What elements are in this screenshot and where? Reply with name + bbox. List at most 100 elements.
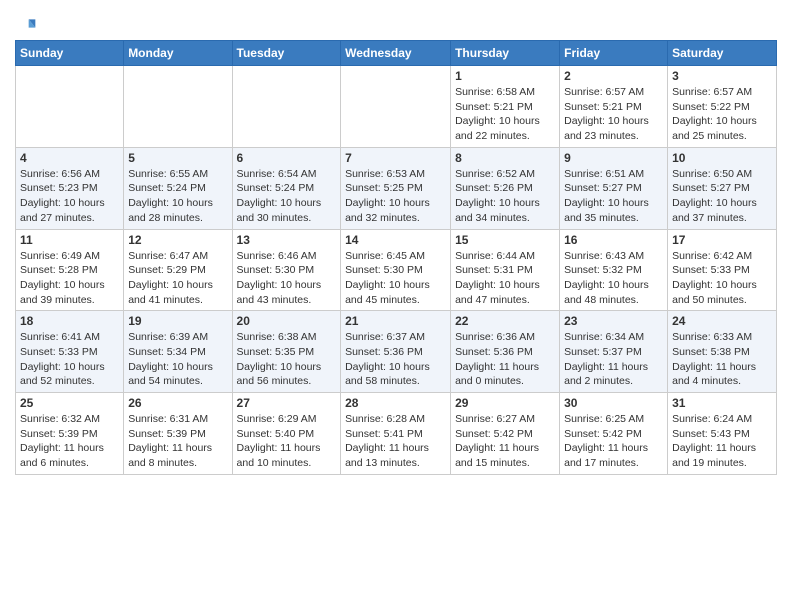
day-info: Sunrise: 6:31 AMSunset: 5:39 PMDaylight:… — [128, 412, 227, 471]
calendar-cell: 10Sunrise: 6:50 AMSunset: 5:27 PMDayligh… — [668, 147, 777, 229]
day-number: 27 — [237, 396, 337, 410]
day-info: Sunrise: 6:33 AMSunset: 5:38 PMDaylight:… — [672, 330, 772, 389]
week-row: 1Sunrise: 6:58 AMSunset: 5:21 PMDaylight… — [16, 66, 777, 148]
calendar-cell: 11 Sunrise: 6:49 AMSunset: 5:28 PMDayligh… — [16, 229, 124, 311]
calendar-cell: 8 Sunrise: 6:52 AMSunset: 5:26 PMDaylight… — [451, 147, 560, 229]
calendar-cell: 16Sunrise: 6:43 AMSunset: 5:32 PMDayligh… — [560, 229, 668, 311]
calendar-body: 1Sunrise: 6:58 AMSunset: 5:21 PMDaylight… — [16, 66, 777, 475]
calendar-cell: 26 Sunrise: 6:31 AMSunset: 5:39 PMDayligh… — [124, 393, 232, 475]
day-info: Sunrise: 6:56 AMSunset: 5:23 PMDaylight:… — [20, 167, 119, 226]
day-number: 31 — [672, 396, 772, 410]
day-number: 14 — [345, 233, 446, 247]
day-info: Sunrise: 6:46 AMSunset: 5:30 PMDaylight:… — [237, 249, 337, 308]
day-header-tuesday: Tuesday — [232, 41, 341, 66]
title-block — [37, 10, 777, 12]
day-info: Sunrise: 6:29 AMSunset: 5:40 PMDaylight:… — [237, 412, 337, 471]
calendar-cell: 4Sunrise: 6:56 AMSunset: 5:23 PMDaylight… — [16, 147, 124, 229]
day-info: Sunrise: 6:47 AMSunset: 5:29 PMDaylight:… — [128, 249, 227, 308]
day-number: 28 — [345, 396, 446, 410]
day-info: Sunrise: 6:32 AMSunset: 5:39 PMDaylight:… — [20, 412, 119, 471]
calendar-cell: 18 Sunrise: 6:41 AMSunset: 5:33 PMDayligh… — [16, 311, 124, 393]
day-number: 19 — [128, 314, 227, 328]
day-info: Sunrise: 6:34 AMSunset: 5:37 PMDaylight:… — [564, 330, 663, 389]
day-number: 20 — [237, 314, 337, 328]
calendar-cell: 7 Sunrise: 6:53 AMSunset: 5:25 PMDaylight… — [341, 147, 451, 229]
day-info: Sunrise: 6:53 AMSunset: 5:25 PMDaylight:… — [345, 167, 446, 226]
calendar-cell: 27 Sunrise: 6:29 AMSunset: 5:40 PMDayligh… — [232, 393, 341, 475]
day-number: 13 — [237, 233, 337, 247]
day-number: 3 — [672, 69, 772, 83]
day-number: 15 — [455, 233, 555, 247]
day-number: 24 — [672, 314, 772, 328]
calendar-cell: 3 Sunrise: 6:57 AMSunset: 5:22 PMDaylight… — [668, 66, 777, 148]
calendar-cell: 31 Sunrise: 6:24 AMSunset: 5:43 PMDayligh… — [668, 393, 777, 475]
day-number: 1 — [455, 69, 555, 83]
calendar-cell: 22Sunrise: 6:36 AMSunset: 5:36 PMDayligh… — [451, 311, 560, 393]
day-info: Sunrise: 6:41 AMSunset: 5:33 PMDaylight:… — [20, 330, 119, 389]
calendar-cell: 24 Sunrise: 6:33 AMSunset: 5:38 PMDayligh… — [668, 311, 777, 393]
calendar-cell — [124, 66, 232, 148]
calendar-cell: 12 Sunrise: 6:47 AMSunset: 5:29 PMDayligh… — [124, 229, 232, 311]
day-info: Sunrise: 6:52 AMSunset: 5:26 PMDaylight:… — [455, 167, 555, 226]
week-row: 25 Sunrise: 6:32 AMSunset: 5:39 PMDayligh… — [16, 393, 777, 475]
calendar-cell: 2Sunrise: 6:57 AMSunset: 5:21 PMDaylight… — [560, 66, 668, 148]
day-info: Sunrise: 6:38 AMSunset: 5:35 PMDaylight:… — [237, 330, 337, 389]
calendar-cell: 5 Sunrise: 6:55 AMSunset: 5:24 PMDaylight… — [124, 147, 232, 229]
calendar-cell: 21Sunrise: 6:37 AMSunset: 5:36 PMDayligh… — [341, 311, 451, 393]
calendar-cell: 1Sunrise: 6:58 AMSunset: 5:21 PMDaylight… — [451, 66, 560, 148]
day-number: 8 — [455, 151, 555, 165]
day-info: Sunrise: 6:44 AMSunset: 5:31 PMDaylight:… — [455, 249, 555, 308]
day-number: 11 — [20, 233, 119, 247]
day-info: Sunrise: 6:54 AMSunset: 5:24 PMDaylight:… — [237, 167, 337, 226]
page-header — [15, 10, 777, 36]
calendar-cell — [232, 66, 341, 148]
day-number: 6 — [237, 151, 337, 165]
day-header-saturday: Saturday — [668, 41, 777, 66]
calendar-cell: 23Sunrise: 6:34 AMSunset: 5:37 PMDayligh… — [560, 311, 668, 393]
day-info: Sunrise: 6:49 AMSunset: 5:28 PMDaylight:… — [20, 249, 119, 308]
day-number: 26 — [128, 396, 227, 410]
day-info: Sunrise: 6:55 AMSunset: 5:24 PMDaylight:… — [128, 167, 227, 226]
week-row: 4Sunrise: 6:56 AMSunset: 5:23 PMDaylight… — [16, 147, 777, 229]
calendar-cell: 6 Sunrise: 6:54 AMSunset: 5:24 PMDaylight… — [232, 147, 341, 229]
calendar-cell — [16, 66, 124, 148]
day-number: 18 — [20, 314, 119, 328]
day-info: Sunrise: 6:42 AMSunset: 5:33 PMDaylight:… — [672, 249, 772, 308]
day-info: Sunrise: 6:57 AMSunset: 5:22 PMDaylight:… — [672, 85, 772, 144]
calendar-cell: 25 Sunrise: 6:32 AMSunset: 5:39 PMDayligh… — [16, 393, 124, 475]
week-row: 11 Sunrise: 6:49 AMSunset: 5:28 PMDayligh… — [16, 229, 777, 311]
calendar-cell: 19 Sunrise: 6:39 AMSunset: 5:34 PMDayligh… — [124, 311, 232, 393]
day-number: 25 — [20, 396, 119, 410]
day-number: 7 — [345, 151, 446, 165]
day-info: Sunrise: 6:39 AMSunset: 5:34 PMDaylight:… — [128, 330, 227, 389]
calendar-cell: 28 Sunrise: 6:28 AMSunset: 5:41 PMDayligh… — [341, 393, 451, 475]
day-number: 30 — [564, 396, 663, 410]
logo-icon — [17, 16, 37, 36]
week-row: 18 Sunrise: 6:41 AMSunset: 5:33 PMDayligh… — [16, 311, 777, 393]
calendar-cell — [341, 66, 451, 148]
day-number: 5 — [128, 151, 227, 165]
day-number: 16 — [564, 233, 663, 247]
day-info: Sunrise: 6:25 AMSunset: 5:42 PMDaylight:… — [564, 412, 663, 471]
day-info: Sunrise: 6:51 AMSunset: 5:27 PMDaylight:… — [564, 167, 663, 226]
day-number: 17 — [672, 233, 772, 247]
day-info: Sunrise: 6:45 AMSunset: 5:30 PMDaylight:… — [345, 249, 446, 308]
day-info: Sunrise: 6:37 AMSunset: 5:36 PMDaylight:… — [345, 330, 446, 389]
day-number: 12 — [128, 233, 227, 247]
calendar-cell: 30 Sunrise: 6:25 AMSunset: 5:42 PMDayligh… — [560, 393, 668, 475]
day-header-friday: Friday — [560, 41, 668, 66]
header-row: SundayMondayTuesdayWednesdayThursdayFrid… — [16, 41, 777, 66]
day-number: 9 — [564, 151, 663, 165]
calendar-cell: 13 Sunrise: 6:46 AMSunset: 5:30 PMDayligh… — [232, 229, 341, 311]
day-number: 10 — [672, 151, 772, 165]
day-info: Sunrise: 6:28 AMSunset: 5:41 PMDaylight:… — [345, 412, 446, 471]
day-info: Sunrise: 6:57 AMSunset: 5:21 PMDaylight:… — [564, 85, 663, 144]
logo — [15, 16, 37, 36]
day-header-sunday: Sunday — [16, 41, 124, 66]
calendar-cell: 20 Sunrise: 6:38 AMSunset: 5:35 PMDayligh… — [232, 311, 341, 393]
day-number: 29 — [455, 396, 555, 410]
day-info: Sunrise: 6:27 AMSunset: 5:42 PMDaylight:… — [455, 412, 555, 471]
day-info: Sunrise: 6:24 AMSunset: 5:43 PMDaylight:… — [672, 412, 772, 471]
calendar-cell: 9 Sunrise: 6:51 AMSunset: 5:27 PMDaylight… — [560, 147, 668, 229]
day-header-wednesday: Wednesday — [341, 41, 451, 66]
